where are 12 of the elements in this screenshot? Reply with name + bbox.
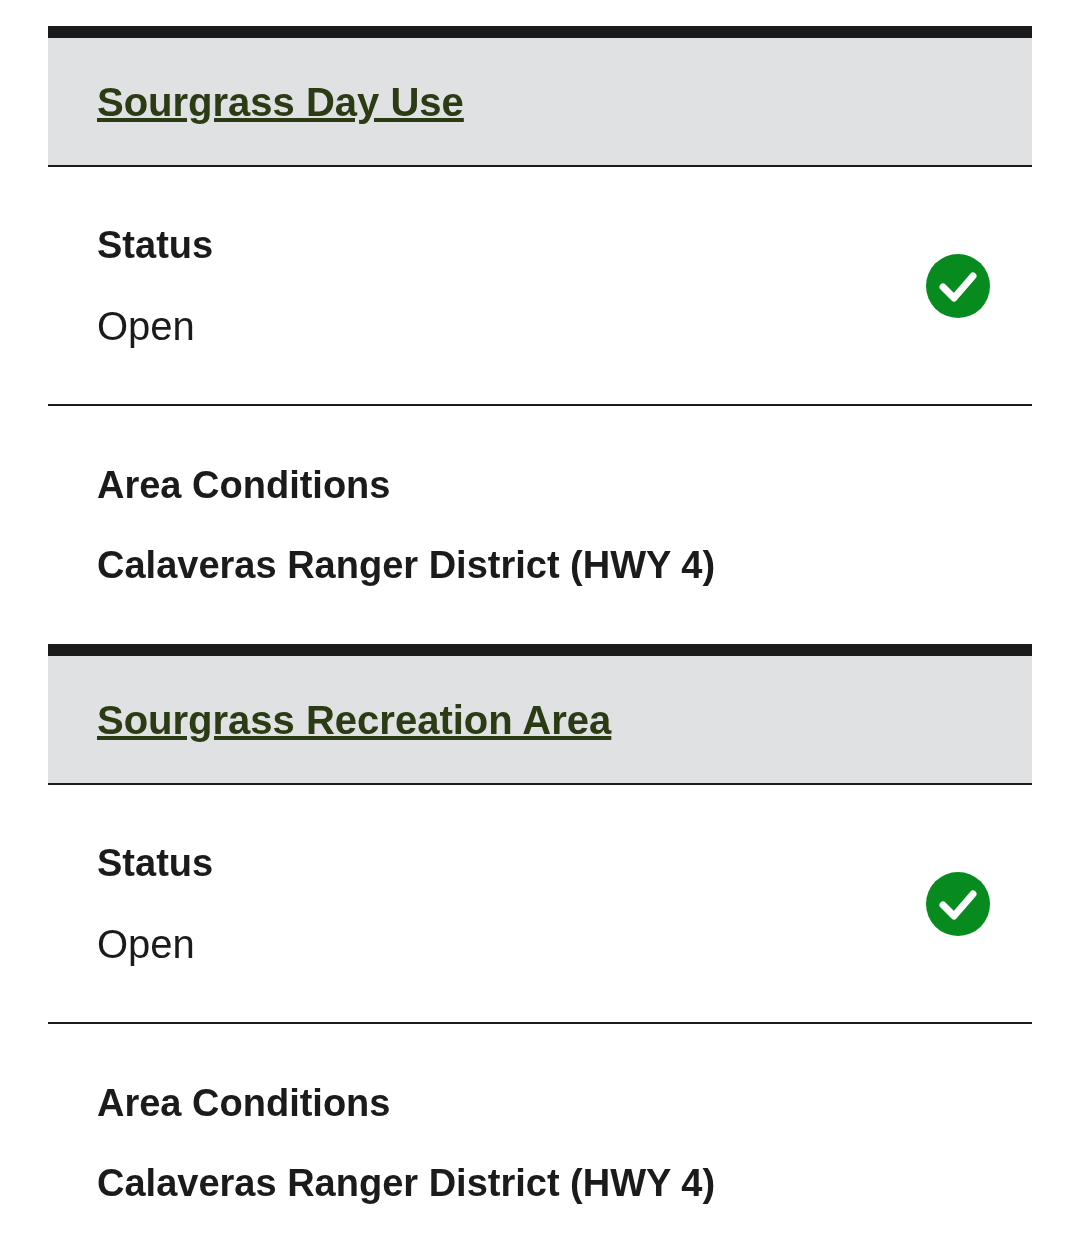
status-value: Open (97, 305, 196, 346)
status-value: Open (97, 923, 196, 964)
conditions-value: Calaveras Ranger District (HWY 4) (97, 1164, 717, 1202)
status-label: Status (97, 843, 214, 882)
conditions-label: Area Conditions (97, 1084, 392, 1122)
check-circle-icon (926, 253, 990, 318)
conditions-label: Area Conditions (97, 466, 392, 504)
area-title-link[interactable]: Sourgrass Recreation Area (97, 689, 612, 750)
conditions-value: Calaveras Ranger District (HWY 4) (97, 546, 717, 584)
status-label: Status (97, 225, 214, 264)
area-title-link[interactable]: Sourgrass Day Use (97, 71, 464, 132)
check-circle-icon (926, 871, 990, 936)
